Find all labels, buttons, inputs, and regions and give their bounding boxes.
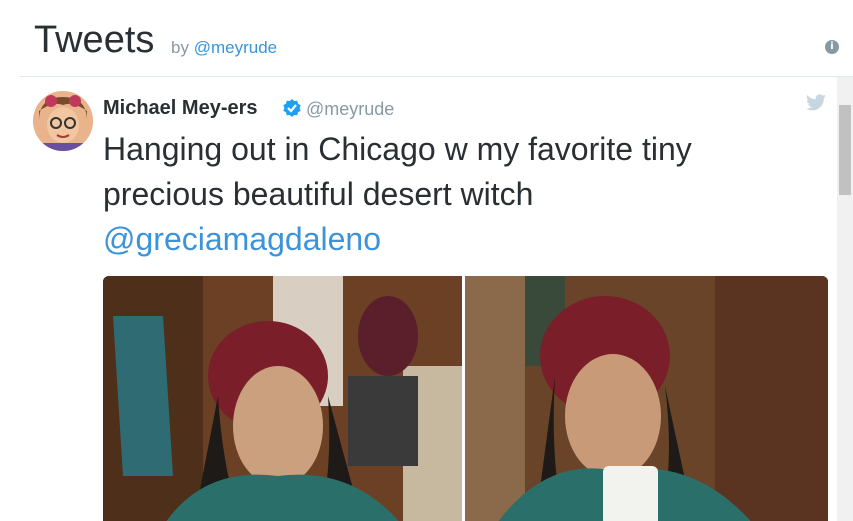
timeline-header: Tweets by @meyrude i bbox=[20, 4, 853, 77]
tweet-text: Hanging out in Chicago w my favorite tin… bbox=[103, 127, 793, 262]
timeline-byline: by @meyrude bbox=[171, 38, 277, 58]
info-icon[interactable]: i bbox=[825, 40, 839, 54]
scrollbar[interactable] bbox=[837, 77, 853, 521]
timeline-title: Tweets bbox=[34, 19, 155, 61]
tweet-photo-1[interactable] bbox=[103, 276, 462, 521]
verified-badge-icon bbox=[283, 99, 301, 117]
tweet-photo-2[interactable] bbox=[465, 276, 828, 521]
author-handle-link[interactable]: @meyrude bbox=[306, 99, 394, 120]
author-name-link[interactable]: Michael Mey-ers bbox=[103, 97, 258, 120]
avatar[interactable] bbox=[33, 91, 93, 151]
tweet-text-body: Hanging out in Chicago w my favorite tin… bbox=[103, 131, 692, 212]
byline-prefix: by bbox=[171, 38, 189, 57]
timeline-widget: Tweets by @meyrude i Michael Mey-ers @me… bbox=[20, 4, 853, 521]
twitter-bird-icon[interactable] bbox=[805, 94, 827, 112]
tweet[interactable]: Michael Mey-ers @meyrude Hanging out in … bbox=[20, 77, 853, 521]
tweet-mention-link[interactable]: @greciamagdaleno bbox=[103, 217, 793, 262]
byline-handle-link[interactable]: @meyrude bbox=[194, 38, 277, 57]
tweet-media[interactable] bbox=[103, 276, 828, 521]
scrollbar-thumb[interactable] bbox=[839, 105, 851, 195]
